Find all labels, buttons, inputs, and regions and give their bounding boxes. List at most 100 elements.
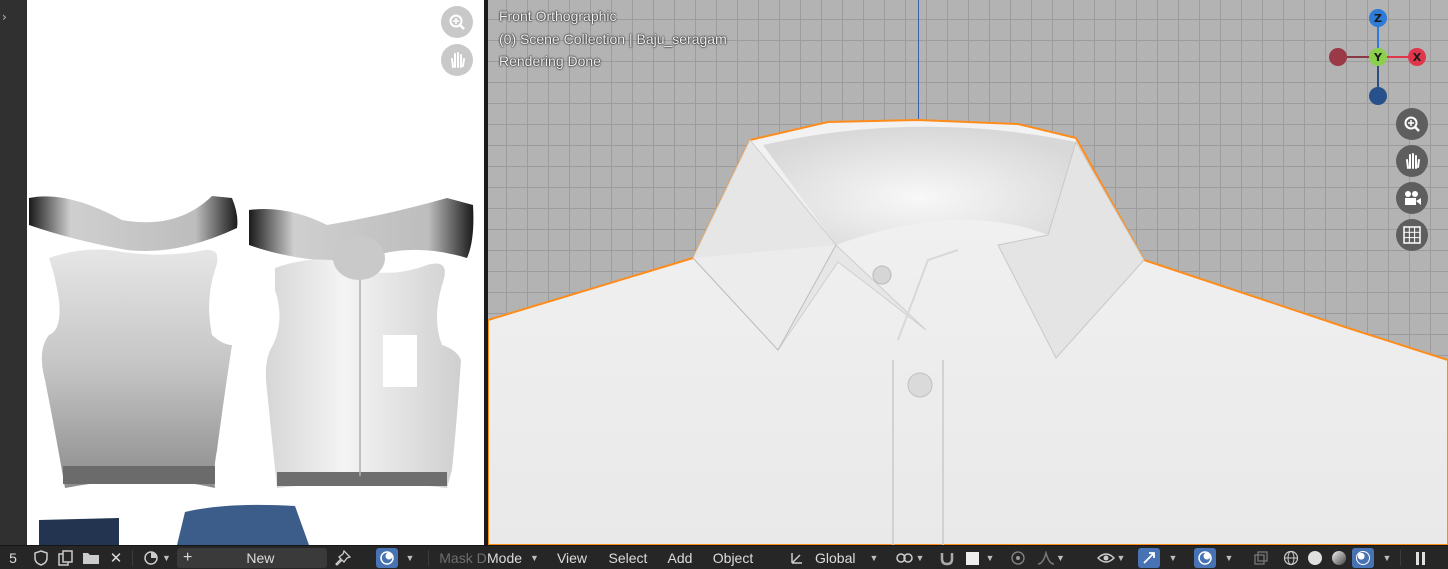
magnifier-icon [1404,116,1420,132]
xray-toggle[interactable] [1250,548,1272,568]
overlay-dropdown-left[interactable]: ▼ [400,548,420,568]
image-browse-button[interactable]: ▼ [139,548,175,568]
uv-pocket [383,335,417,387]
pause-icon [1415,551,1419,565]
chevron-down-icon: ▼ [530,553,539,563]
pan-button[interactable] [441,44,473,76]
camera-icon [1405,191,1421,205]
overlay-toggle-left[interactable] [376,548,398,568]
bottom-header: 5 ✕ ▼ + New ▼ Mask D Mode ▼ View Select … [0,545,1448,569]
overlay-dropdown[interactable]: ▼ [1218,548,1240,568]
render-status: Rendering Done [499,53,601,69]
chevron-down-icon: ▼ [1224,553,1234,563]
unlink-image-button[interactable]: ✕ [105,548,127,568]
folder-icon [83,553,99,564]
expand-toolbar-icon[interactable]: › [2,10,7,24]
snap-target-dropdown[interactable]: ▼ [960,548,1000,568]
shirt-mesh [488,118,1448,545]
chevron-down-icon: ▼ [1382,553,1392,563]
falloff-curve-icon [1037,551,1055,565]
gizmo-toggle[interactable] [1138,548,1160,568]
chevron-down-icon: ▼ [1116,553,1126,563]
shading-dropdown[interactable]: ▼ [1376,548,1398,568]
gizmo-dropdown[interactable]: ▼ [1162,548,1184,568]
hand-icon [451,52,465,68]
uv-collar-stand [333,236,385,280]
viewport-pan-button[interactable] [1396,145,1428,177]
snap-increment-icon [965,551,979,565]
image-browse-icon [144,551,158,565]
plus-icon: + [183,549,193,566]
overlay-toggle[interactable] [1194,548,1216,568]
select-menu[interactable]: Select [604,548,652,568]
mode-label: Mode [487,550,523,566]
new-image-button[interactable]: + New [177,548,327,568]
gizmo-neg-z-axis[interactable] [1369,87,1387,105]
visibility-dropdown[interactable]: ▼ [1092,548,1130,568]
uv-back-hem [63,466,215,484]
transform-orientation-label: Global [815,550,856,566]
navigation-gizmo[interactable]: Z X Y [1326,8,1430,108]
pause-icon-bar [1421,551,1425,565]
duplicate-image-button[interactable] [55,548,77,568]
rendered-sphere-icon [1356,551,1370,565]
view-name: Front Orthographic [499,8,617,24]
uv-pants-right [177,504,309,545]
zoom-button[interactable] [441,6,473,38]
chevron-down-icon: ▼ [405,553,415,563]
chevron-down-icon: ▼ [1056,553,1065,563]
new-image-label: New [246,550,275,566]
eye-icon [1096,553,1115,563]
collection-info: (0) Scene Collection | Baju_seragam [499,31,727,47]
object-menu[interactable]: Object [708,548,758,568]
uv-collar-left [29,196,238,252]
pivot-point-dropdown[interactable]: ▼ [890,548,930,568]
view-menu[interactable]: View [552,548,592,568]
uv-back-panel [41,249,232,488]
uv-front-hem [277,472,447,486]
image-editor[interactable] [27,0,484,545]
material-sphere-icon [1332,551,1346,565]
gizmo-y-axis[interactable]: Y [1369,48,1387,66]
grid-icon [1403,226,1421,244]
gizmo-x-axis[interactable]: X [1408,48,1426,66]
gizmo-arrow-icon [1143,552,1155,564]
wireframe-shading-button[interactable] [1280,548,1302,568]
magnifier-icon [449,14,465,30]
pivot-icon [895,553,913,563]
fake-user-button[interactable] [30,548,52,568]
add-menu[interactable]: Add [663,548,697,568]
uv-front-panel [265,259,461,488]
open-image-button[interactable] [80,548,102,568]
rendered-shading-button[interactable] [1352,548,1374,568]
orientation-icon [791,553,802,564]
solid-sphere-icon [1308,551,1322,565]
falloff-dropdown[interactable]: ▼ [1033,548,1069,568]
ortho-toggle-button[interactable] [1396,219,1428,251]
shield-icon [34,550,48,566]
material-shading-button[interactable] [1328,548,1350,568]
snap-toggle[interactable] [936,548,958,568]
mask-display-overlap: Mask D [439,550,487,566]
close-icon: ✕ [109,550,123,567]
chevron-down-icon: ▼ [162,553,171,563]
pin-button[interactable] [332,548,354,568]
gizmo-z-axis[interactable]: Z [1369,9,1387,27]
mode-dropdown[interactable]: Mode ▼ [484,548,542,568]
proportional-edit-toggle[interactable] [1007,548,1029,568]
frame-number: 5 [9,550,17,566]
gizmo-neg-x-axis[interactable] [1329,48,1347,66]
chevron-down-icon: ▼ [869,553,879,563]
viewport-zoom-button[interactable] [1396,108,1428,140]
toolbar-strip: › [0,0,27,545]
3d-viewport[interactable]: Front Orthographic (0) Scene Collection … [488,0,1448,545]
camera-view-button[interactable] [1396,182,1428,214]
pause-render-button[interactable] [1408,548,1432,568]
solid-shading-button[interactable] [1304,548,1326,568]
magnet-icon [940,553,954,566]
front-button [907,372,933,398]
transform-orientation-dropdown[interactable]: Global ▼ [786,548,882,568]
pin-icon [335,550,351,566]
uv-pants-left [39,518,119,545]
chevron-down-icon: ▼ [1168,553,1178,563]
